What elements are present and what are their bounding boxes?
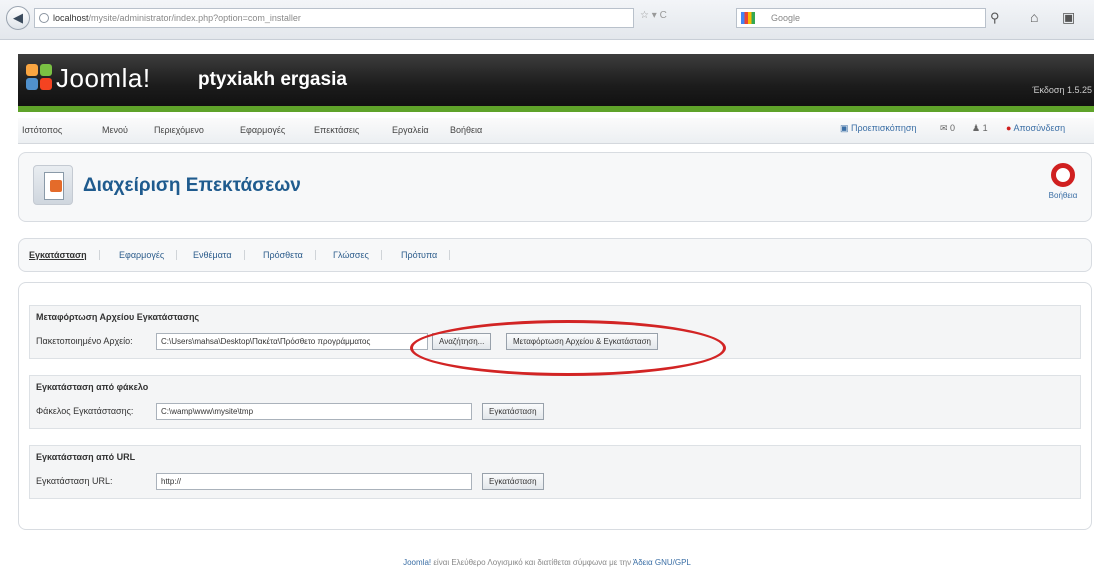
logout-link[interactable]: ● Αποσύνδεση — [1006, 123, 1065, 133]
browse-button[interactable]: Αναζήτηση... — [432, 333, 492, 350]
header-accent-bar — [18, 106, 1094, 112]
help-label: Βοήθεια — [1048, 191, 1078, 200]
url-host: localhost — [53, 13, 89, 23]
footer: Joomla! είναι Ελεύθερο Λογισμικό και δια… — [0, 558, 1094, 567]
upload-fieldset: Μεταφόρτωση Αρχείου Εγκατάστασης Πακετοπ… — [29, 305, 1081, 359]
search-icon[interactable]: ⚲ — [990, 10, 1000, 26]
menu-item-help[interactable]: Βοήθεια — [450, 125, 482, 135]
messages-indicator[interactable]: ✉ 0 — [940, 123, 955, 134]
tab-plugins[interactable]: Πρόσθετα — [263, 250, 316, 260]
url-actions: ☆ ▾ C — [640, 10, 730, 26]
version-label: Έκδοση 1.5.25 — [1032, 85, 1092, 95]
admin-menu: Ιστότοπος Μενού Περιεχόμενο Εφαρμογές Επ… — [18, 118, 1094, 144]
url-fieldset: Εγκατάσταση από URL Εγκατάσταση URL: htt… — [29, 445, 1081, 499]
browser-toolbar: ◀ localhost/mysite/administrator/index.p… — [0, 0, 1094, 40]
menu-item-site[interactable]: Ιστότοπος — [22, 125, 62, 135]
menu-item-menus[interactable]: Μενού — [102, 125, 128, 135]
upload-install-button[interactable]: Μεταφόρτωση Αρχείου & Εγκατάσταση — [506, 333, 659, 350]
logout-label: Αποσύνδεση — [1013, 123, 1066, 133]
url-install-button[interactable]: Εγκατάσταση — [482, 473, 544, 490]
joomla-logo-icon — [26, 64, 54, 92]
install-directory-input[interactable]: C:\wamp\www\mysite\tmp — [156, 403, 472, 420]
google-logo-icon — [741, 12, 755, 24]
web-search-input[interactable]: Google — [736, 8, 986, 28]
url-label: Εγκατάσταση URL: — [36, 476, 113, 486]
tab-components[interactable]: Εφαρμογές — [119, 250, 178, 260]
menu-item-content[interactable]: Περιεχόμενο — [154, 125, 204, 135]
toolbar-box: Διαχείριση Επεκτάσεων Βοήθεια — [18, 152, 1092, 222]
extension-manager-icon — [33, 165, 73, 205]
tab-templates[interactable]: Πρότυπα — [401, 250, 451, 260]
address-bar[interactable]: localhost/mysite/administrator/index.php… — [34, 8, 634, 28]
preview-link[interactable]: ▣ Προεπισκόπηση — [840, 123, 916, 134]
url-path: /mysite/administrator/index.php?option=c… — [88, 13, 301, 23]
users-indicator[interactable]: ♟ 1 — [972, 123, 988, 134]
search-engine-name: Google — [771, 13, 801, 23]
back-arrow-icon[interactable]: ◀ — [6, 6, 30, 30]
home-icon[interactable]: ⌂ — [1030, 9, 1038, 25]
preview-label: Προεπισκόπηση — [851, 123, 917, 133]
url-legend: Εγκατάσταση από URL — [36, 452, 136, 462]
bookmarks-icon[interactable]: ▣ — [1062, 9, 1075, 26]
messages-count: 0 — [950, 123, 956, 133]
logout-icon: ● — [1006, 123, 1012, 133]
site-name: ptyxiakh ergasia — [198, 69, 347, 90]
page-title: Διαχείριση Επεκτάσεων — [83, 175, 301, 196]
users-count: 1 — [982, 123, 988, 133]
menu-item-tools[interactable]: Εργαλεία — [392, 125, 429, 135]
tab-modules[interactable]: Ενθέματα — [193, 250, 245, 260]
globe-icon — [39, 13, 49, 23]
menu-item-components[interactable]: Εφαρμογές — [240, 125, 285, 135]
joomla-header: Joomla! ptyxiakh ergasia Έκδοση 1.5.25 — [18, 54, 1094, 106]
install-panel: Μεταφόρτωση Αρχείου Εγκατάστασης Πακετοπ… — [18, 282, 1092, 530]
joomla-logo-text: Joomla! — [56, 63, 151, 93]
package-file-input[interactable]: C:\Users\mahsa\Desktop\Πακέτα\Πρόσθετο π… — [156, 333, 428, 350]
folder-install-button[interactable]: Εγκατάσταση — [482, 403, 544, 420]
tab-languages[interactable]: Γλώσσες — [333, 250, 382, 260]
upload-label: Πακετοποιημένο Αρχείο: — [36, 336, 133, 346]
tab-install[interactable]: Εγκατάσταση — [29, 250, 100, 260]
lifebuoy-icon — [1051, 163, 1075, 187]
star-icon[interactable]: ☆ — [640, 10, 649, 21]
license-link[interactable]: Άδεια GNU/GPL — [633, 558, 691, 567]
install-url-input[interactable]: http:// — [156, 473, 472, 490]
menu-item-extensions[interactable]: Επεκτάσεις — [314, 125, 359, 135]
help-button[interactable]: Βοήθεια — [1045, 163, 1081, 200]
folder-legend: Εγκατάσταση από φάκελο — [36, 382, 149, 392]
joomla-link[interactable]: Joomla! — [403, 558, 431, 567]
footer-text: είναι Ελεύθερο Λογισμικό και διατίθεται … — [433, 558, 632, 567]
folder-fieldset: Εγκατάσταση από φάκελο Φάκελος Εγκατάστα… — [29, 375, 1081, 429]
dropdown-icon[interactable]: ▾ — [652, 10, 657, 21]
reload-icon[interactable]: C — [660, 10, 667, 21]
upload-legend: Μεταφόρτωση Αρχείου Εγκατάστασης — [36, 312, 200, 322]
submenu-tabs: Εγκατάσταση Εφαρμογές Ενθέματα Πρόσθετα … — [18, 238, 1092, 272]
folder-label: Φάκελος Εγκατάστασης: — [36, 406, 134, 416]
